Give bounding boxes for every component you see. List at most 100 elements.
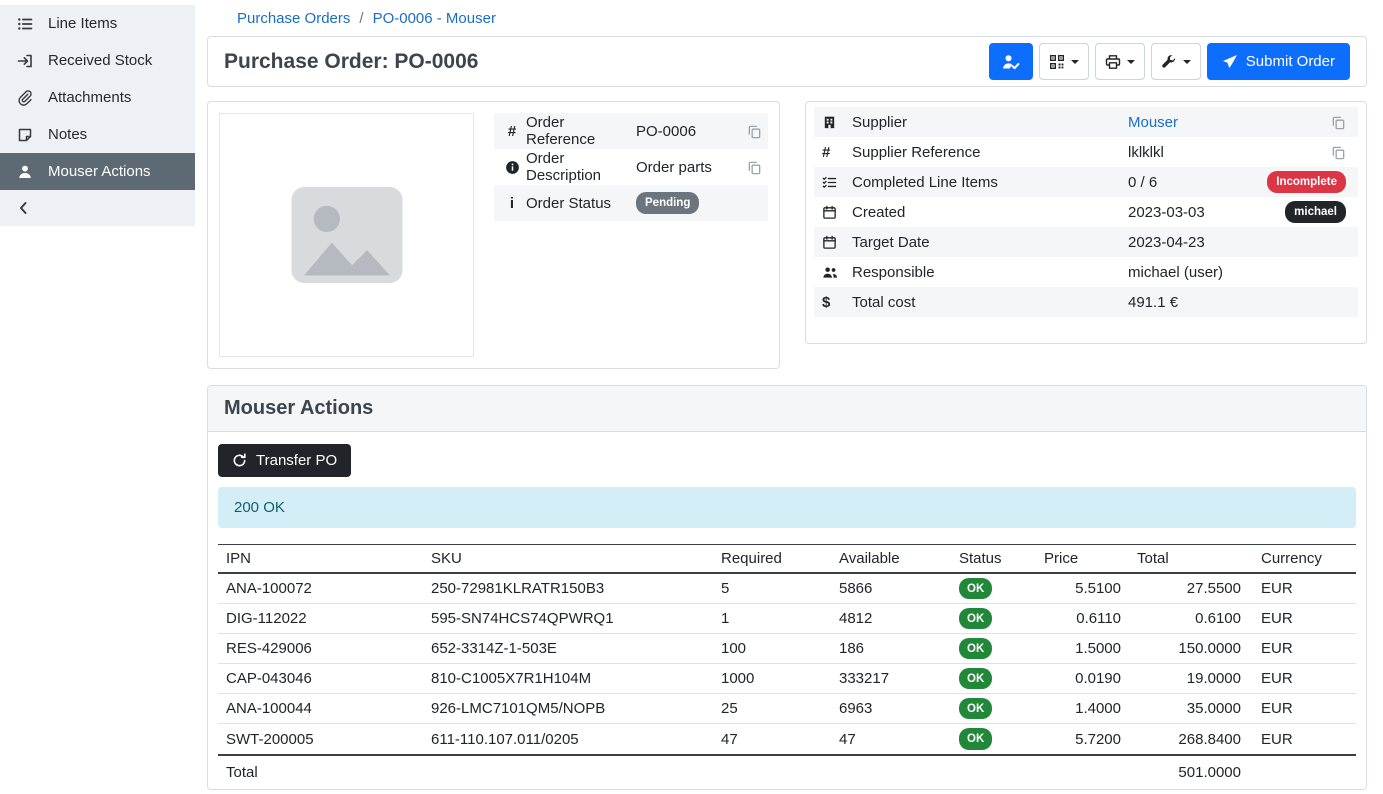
sidebar-item-line-items[interactable]: Line Items [0, 5, 195, 42]
breadcrumb-link-purchase-orders[interactable]: Purchase Orders [237, 10, 350, 27]
list-check-icon [822, 175, 852, 190]
user-badge: michael [1285, 201, 1346, 222]
sidebar-item-mouser-actions[interactable]: Mouser Actions [0, 153, 195, 190]
cell-required: 25 [713, 694, 831, 724]
cell-ipn: DIG-112022 [218, 604, 423, 634]
dollar-icon: $ [822, 294, 852, 311]
cell-ipn: CAP-043046 [218, 664, 423, 694]
cell-price: 1.4000 [1036, 694, 1129, 724]
calendar-icon [822, 205, 852, 220]
sidebar-item-label: Attachments [48, 89, 131, 106]
barcode-menu-button[interactable] [1039, 43, 1089, 80]
footer-total: 501.0000 [1129, 755, 1249, 789]
detail-row-order-status: i Order Status Pending [494, 185, 768, 221]
order-details-panel: # Order Reference PO-0006 Order Descript… [207, 101, 780, 369]
detail-value: 491.1 € [1128, 294, 1350, 311]
submit-order-button[interactable]: Submit Order [1207, 43, 1350, 80]
sidebar-item-label: Line Items [48, 15, 117, 32]
detail-label: Order Description [526, 150, 636, 184]
hash-icon: # [822, 144, 852, 161]
table-row: SWT-200005 611-110.107.011/0205 47 47 OK… [218, 724, 1356, 755]
line-items-table: IPN SKU Required Available Status Price … [218, 544, 1356, 789]
cell-price: 1.5000 [1036, 634, 1129, 664]
detail-value: 2023-03-03 [1128, 204, 1285, 221]
sign-in-icon [16, 53, 34, 69]
page-title: Purchase Order: PO-0006 [224, 50, 478, 74]
breadcrumb-link-current[interactable]: PO-0006 - Mouser [373, 10, 496, 27]
order-details-table: # Order Reference PO-0006 Order Descript… [494, 113, 768, 357]
note-icon [16, 127, 34, 143]
detail-label: Completed Line Items [852, 174, 1128, 191]
ok-badge: OK [959, 668, 992, 689]
page-header: Purchase Order: PO-0006 [207, 36, 1367, 87]
cell-available: 5866 [831, 573, 951, 604]
detail-label: Order Reference [526, 114, 636, 148]
detail-label: Created [852, 204, 1128, 221]
cell-available: 186 [831, 634, 951, 664]
info-icon: i [498, 195, 526, 212]
footer-label: Total [218, 755, 1129, 789]
cell-total: 35.0000 [1129, 694, 1249, 724]
cell-ipn: ANA-100072 [218, 573, 423, 604]
image-icon [286, 182, 408, 288]
cell-required: 100 [713, 634, 831, 664]
sidebar-item-label: Notes [48, 126, 87, 143]
detail-row-created: Created 2023-03-03 michael [814, 197, 1358, 227]
cell-ipn: SWT-200005 [218, 724, 423, 755]
sidebar-collapse-button[interactable] [0, 190, 195, 226]
ok-badge: OK [959, 608, 992, 629]
detail-label: Supplier [852, 114, 1128, 131]
sidebar-item-attachments[interactable]: Attachments [0, 79, 195, 116]
cell-sku: 652-3314Z-1-503E [423, 634, 713, 664]
cell-ipn: ANA-100044 [218, 694, 423, 724]
ok-badge: OK [959, 728, 992, 749]
detail-value: lklklkl [1128, 144, 1330, 161]
cell-sku: 810-C1005X7R1H104M [423, 664, 713, 694]
cell-currency: EUR [1249, 694, 1356, 724]
transfer-po-label: Transfer PO [256, 452, 337, 469]
cell-ipn: RES-429006 [218, 634, 423, 664]
cell-currency: EUR [1249, 573, 1356, 604]
detail-row-completed-line-items: Completed Line Items 0 / 6 Incomplete [814, 167, 1358, 197]
status-alert: 200 OK [218, 487, 1356, 528]
breadcrumb: Purchase Orders/PO-0006 - Mouser [237, 10, 1367, 27]
cell-total: 27.5500 [1129, 573, 1249, 604]
sidebar-item-notes[interactable]: Notes [0, 116, 195, 153]
cell-currency: EUR [1249, 724, 1356, 755]
detail-label: Responsible [852, 264, 1128, 281]
tools-menu-button[interactable] [1151, 43, 1201, 80]
order-image-placeholder [219, 113, 474, 357]
cell-sku: 926-LMC7101QM5/NOPB [423, 694, 713, 724]
cell-available: 4812 [831, 604, 951, 634]
cell-available: 333217 [831, 664, 951, 694]
submit-order-label: Submit Order [1246, 53, 1335, 70]
copy-icon[interactable] [744, 124, 764, 139]
assign-user-button[interactable] [989, 43, 1033, 80]
copy-icon[interactable] [1330, 115, 1350, 130]
copy-icon[interactable] [744, 160, 764, 175]
detail-label: Target Date [852, 234, 1128, 251]
sidebar-item-label: Mouser Actions [48, 163, 151, 180]
users-icon [822, 265, 852, 280]
sidebar-item-label: Received Stock [48, 52, 152, 69]
col-header-available: Available [831, 545, 951, 574]
cell-required: 47 [713, 724, 831, 755]
cell-available: 6963 [831, 694, 951, 724]
cell-currency: EUR [1249, 604, 1356, 634]
cell-required: 1000 [713, 664, 831, 694]
copy-icon[interactable] [1330, 145, 1350, 160]
chevron-down-icon [1183, 60, 1191, 64]
transfer-po-button[interactable]: Transfer PO [218, 444, 351, 477]
detail-label: Order Status [526, 195, 636, 212]
print-menu-button[interactable] [1095, 43, 1145, 80]
cell-price: 5.7200 [1036, 724, 1129, 755]
detail-row-responsible: Responsible michael (user) [814, 257, 1358, 287]
table-row: ANA-100044 926-LMC7101QM5/NOPB 25 6963 O… [218, 694, 1356, 724]
cell-total: 150.0000 [1129, 634, 1249, 664]
ok-badge: OK [959, 698, 992, 719]
ordered-list-icon [16, 16, 34, 32]
chevron-left-icon [16, 200, 32, 216]
sidebar-item-received-stock[interactable]: Received Stock [0, 42, 195, 79]
supplier-link[interactable]: Mouser [1128, 114, 1178, 131]
refresh-icon [232, 453, 247, 468]
